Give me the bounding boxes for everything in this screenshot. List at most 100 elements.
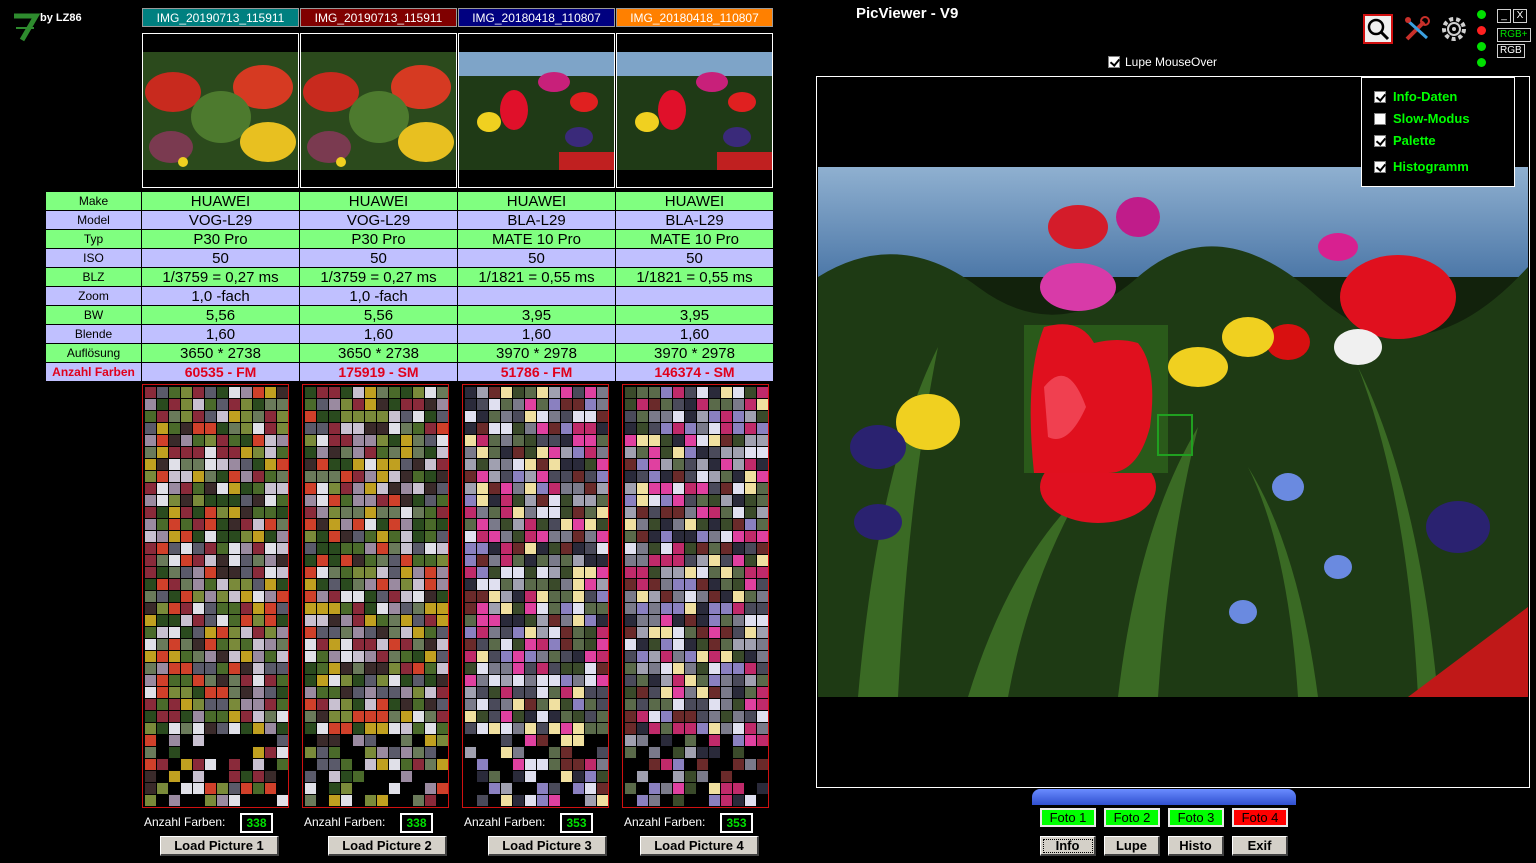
palette-swatch — [205, 603, 216, 614]
palette-swatch — [625, 699, 636, 710]
palette-swatch — [329, 495, 340, 506]
foto-2-button[interactable]: Foto 2 — [1104, 808, 1160, 827]
thumbnail-4[interactable] — [616, 33, 773, 188]
load-picture-2-button[interactable]: Load Picture 2 — [328, 836, 447, 856]
palette-swatch — [329, 735, 340, 746]
option-palette[interactable]: Palette — [1374, 133, 1436, 148]
thumbnail-1[interactable] — [142, 33, 299, 188]
palette-swatch — [465, 543, 476, 554]
thumbnail-3[interactable] — [458, 33, 615, 188]
palette-swatch — [465, 423, 476, 434]
exif-button[interactable]: Exif — [1232, 836, 1288, 856]
palette-swatch — [145, 423, 156, 434]
file-tab-3[interactable]: IMG_20180418_110807 — [458, 8, 615, 27]
checkbox-box[interactable] — [1374, 160, 1386, 173]
checkbox-box[interactable] — [1108, 56, 1120, 68]
palette-swatch — [353, 627, 364, 638]
thumbnail-2[interactable] — [300, 33, 457, 188]
palette-swatch — [169, 795, 180, 806]
palette-swatch — [341, 531, 352, 542]
checkbox-box[interactable] — [1374, 112, 1386, 125]
rgb-plus-button[interactable]: RGB+ — [1497, 28, 1531, 42]
checkbox-box[interactable] — [1374, 134, 1386, 147]
palette-swatch — [757, 495, 768, 506]
lupe-mouseover-checkbox[interactable]: Lupe MouseOver — [1108, 55, 1217, 69]
palette-swatch — [465, 459, 476, 470]
info-button[interactable]: Info — [1040, 836, 1096, 856]
option-label: Palette — [1393, 133, 1436, 148]
palette-swatch — [181, 663, 192, 674]
palette-swatch — [625, 711, 636, 722]
foto-4-button[interactable]: Foto 4 — [1232, 808, 1288, 827]
palette-swatch — [217, 783, 228, 794]
palette-swatch — [661, 459, 672, 470]
palette-swatch — [649, 687, 660, 698]
file-tab-1[interactable]: IMG_20190713_115911 — [142, 8, 299, 27]
palette-swatch — [721, 651, 732, 662]
palette-swatch — [217, 411, 228, 422]
palette-swatch — [329, 603, 340, 614]
palette-swatch — [265, 531, 276, 542]
load-picture-4-button[interactable]: Load Picture 4 — [640, 836, 759, 856]
palette-swatch — [733, 507, 744, 518]
file-tab-2[interactable]: IMG_20190713_115911 — [300, 8, 457, 27]
palette-swatch — [377, 543, 388, 554]
exif-cell: VOG-L29 — [299, 210, 458, 230]
palette-swatch — [757, 519, 768, 530]
palette-swatch — [437, 543, 448, 554]
palette-swatch — [241, 447, 252, 458]
settings-button[interactable] — [1439, 14, 1469, 44]
palette-swatch — [745, 447, 756, 458]
option-histogramm[interactable]: Histogramm — [1374, 159, 1469, 174]
palette-swatch — [389, 687, 400, 698]
palette-swatch — [477, 567, 488, 578]
option-info-daten[interactable]: Info-Daten — [1374, 89, 1457, 104]
palette-swatch — [709, 555, 720, 566]
thumbnail-image — [143, 52, 298, 170]
magnifier-button[interactable] — [1363, 14, 1393, 44]
palette-swatch — [145, 747, 156, 758]
option-slow-modus[interactable]: Slow-Modus — [1374, 111, 1470, 126]
palette-swatch — [365, 699, 376, 710]
close-button[interactable]: X — [1513, 9, 1527, 23]
palette-swatch — [673, 495, 684, 506]
palette-swatch — [585, 387, 596, 398]
histo-button[interactable]: Histo — [1168, 836, 1224, 856]
palette-swatch — [217, 567, 228, 578]
palette-swatch — [157, 675, 168, 686]
palette-swatch — [377, 759, 388, 770]
palette-swatch — [625, 399, 636, 410]
foto-3-button[interactable]: Foto 3 — [1168, 808, 1224, 827]
palette-swatch — [145, 651, 156, 662]
palette-swatch — [537, 519, 548, 530]
palette-swatch — [305, 687, 316, 698]
palette-swatch — [537, 735, 548, 746]
palette-swatch — [757, 423, 768, 434]
palette-swatch — [721, 495, 732, 506]
palette-swatch — [193, 519, 204, 530]
checkbox-box[interactable] — [1374, 90, 1386, 103]
palette-swatch — [585, 699, 596, 710]
palette-swatch — [253, 423, 264, 434]
palette-swatch — [597, 459, 608, 470]
palette-swatch — [341, 759, 352, 770]
palette-swatch — [377, 603, 388, 614]
file-tab-4[interactable]: IMG_20180418_110807 — [616, 8, 773, 27]
palette-swatch — [477, 555, 488, 566]
load-picture-1-button[interactable]: Load Picture 1 — [160, 836, 279, 856]
palette-swatch — [365, 687, 376, 698]
tools-button[interactable] — [1402, 14, 1432, 44]
palette-swatch — [377, 471, 388, 482]
palette-swatch — [317, 423, 328, 434]
lupe-button[interactable]: Lupe — [1104, 836, 1160, 856]
palette-swatch — [145, 567, 156, 578]
foto-1-button[interactable]: Foto 1 — [1040, 808, 1096, 827]
rgb-button[interactable]: RGB — [1497, 44, 1525, 58]
palette-swatch — [709, 687, 720, 698]
minimize-button[interactable]: _ — [1497, 9, 1511, 23]
palette-swatch — [585, 555, 596, 566]
palette-swatch — [229, 663, 240, 674]
palette-swatch — [525, 591, 536, 602]
palette-swatch — [205, 411, 216, 422]
load-picture-3-button[interactable]: Load Picture 3 — [488, 836, 607, 856]
